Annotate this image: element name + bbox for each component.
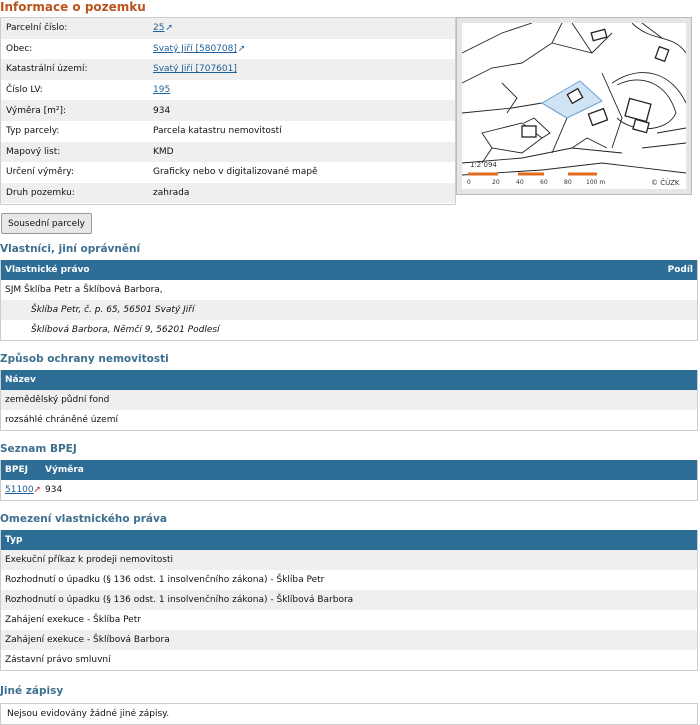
restrictions-section-title: Omezení vlastnického práva bbox=[0, 513, 167, 525]
info-label: Katastrální území: bbox=[6, 64, 88, 75]
info-label: Parcelní číslo: bbox=[6, 23, 68, 34]
protection-section-title: Způsob ochrany nemovitosti bbox=[0, 353, 169, 365]
owners-table-header: Vlastnické právo Podíl bbox=[1, 260, 697, 280]
restrictions-table: Typ Exekuční příkaz k prodeji nemovitost… bbox=[0, 530, 698, 671]
restriction-type: Zahájení exekuce - Šklíbová Barbora bbox=[5, 635, 170, 645]
municipality-link[interactable]: Svatý Jiří [580708] bbox=[153, 44, 237, 54]
info-label: Mapový list: bbox=[6, 146, 61, 157]
bpej-code-link[interactable]: 51100 bbox=[5, 485, 34, 495]
protection-name: zemědělský půdní fond bbox=[5, 395, 110, 405]
map-scale-label: 1:2 094 bbox=[470, 161, 497, 169]
info-value: zahrada bbox=[153, 188, 190, 199]
parcel-number-link[interactable]: 25 bbox=[153, 23, 164, 33]
header-type: Typ bbox=[5, 535, 23, 545]
page-title: Informace o pozemku bbox=[0, 0, 146, 14]
info-value: Parcela katastru nemovitostí bbox=[153, 126, 282, 137]
info-value: Graficky nebo v digitalizované mapě bbox=[153, 167, 318, 178]
table-row: 51100➚ 934 bbox=[1, 480, 697, 500]
table-row: Zahájení exekuce - Šklíba Petr bbox=[1, 610, 697, 630]
scale-tick: 40 bbox=[516, 179, 524, 186]
table-row: Rozhodnutí o úpadku (§ 136 odst. 1 insol… bbox=[1, 570, 697, 590]
header-name: Název bbox=[5, 375, 36, 385]
table-row: SJM Šklíba Petr a Šklíbová Barbora, bbox=[1, 280, 697, 300]
info-label: Obec: bbox=[6, 43, 33, 54]
bpej-area: 934 bbox=[45, 485, 63, 495]
owners-table: Vlastnické právo Podíl SJM Šklíba Petr a… bbox=[0, 260, 698, 341]
restrictions-table-header: Typ bbox=[1, 530, 697, 550]
map-drawing: 1:2 094 0 20 40 60 80 100 m © ČÚZK bbox=[462, 23, 686, 187]
bpej-section-title: Seznam BPEJ bbox=[0, 443, 77, 455]
bpej-table: BPEJ Výměra 51100➚ 934 bbox=[0, 460, 698, 501]
info-row-parcel-number: Parcelní číslo: 25➚ bbox=[1, 18, 455, 39]
info-label: Druh pozemku: bbox=[6, 188, 75, 199]
info-row-municipality: Obec: Svatý Jiří [580708]➚ bbox=[1, 39, 455, 60]
info-value: KMD bbox=[153, 146, 174, 157]
scale-tick: 0 bbox=[467, 179, 471, 186]
info-row-area: Výměra [m²]: 934 bbox=[1, 100, 455, 121]
restriction-type: Exekuční příkaz k prodeji nemovitosti bbox=[5, 555, 173, 565]
scale-tick: 20 bbox=[492, 179, 500, 186]
header-ownership-right: Vlastnické právo bbox=[5, 265, 90, 275]
restriction-type: Zahájení exekuce - Šklíba Petr bbox=[5, 615, 141, 625]
restriction-type: Rozhodnutí o úpadku (§ 136 odst. 1 insol… bbox=[5, 575, 325, 585]
owner-name: Šklíbová Barbora, Němčí 9, 56201 Podlesí bbox=[31, 325, 220, 335]
table-row: Rozhodnutí o úpadku (§ 136 odst. 1 insol… bbox=[1, 590, 697, 610]
owner-name: Šklíba Petr, č. p. 65, 56501 Svatý Jiří bbox=[31, 305, 195, 315]
protection-table: Název zemědělský půdní fond rozsáhlé chr… bbox=[0, 370, 698, 431]
scale-tick: 80 bbox=[564, 179, 572, 186]
info-row-area-determination: Určení výměry: Graficky nebo v digitaliz… bbox=[1, 162, 455, 183]
neighbor-parcels-button[interactable]: Sousední parcely bbox=[1, 213, 92, 234]
other-section-title: Jiné zápisy bbox=[0, 685, 64, 697]
parcel-map[interactable]: 1:2 094 0 20 40 60 80 100 m © ČÚZK bbox=[456, 17, 692, 195]
table-row: Exekuční příkaz k prodeji nemovitosti bbox=[1, 550, 697, 570]
header-share: Podíl bbox=[667, 265, 693, 275]
owners-section-title: Vlastníci, jiní oprávnění bbox=[0, 243, 141, 255]
info-value: 934 bbox=[153, 105, 171, 116]
info-label: Výměra [m²]: bbox=[6, 105, 67, 116]
table-row: Zástavní právo smluvní bbox=[1, 650, 697, 670]
table-row: Šklíba Petr, č. p. 65, 56501 Svatý Jiří bbox=[1, 300, 697, 320]
table-row: Zahájení exekuce - Šklíbová Barbora bbox=[1, 630, 697, 650]
other-records-text: Nejsou evidovány žádné jiné zápisy. bbox=[7, 709, 170, 719]
info-label: Určení výměry: bbox=[6, 167, 75, 178]
cadastral-area-link[interactable]: Svatý Jiří [707601] bbox=[153, 64, 237, 74]
protection-name: rozsáhlé chráněné území bbox=[5, 415, 118, 425]
info-row-land-type: Druh pozemku: zahrada bbox=[1, 182, 455, 204]
external-link-icon[interactable]: ➚ bbox=[238, 44, 246, 54]
info-row-lv-number: Číslo LV: 195 bbox=[1, 80, 455, 101]
scale-tick: 100 m bbox=[586, 179, 605, 186]
table-row: Šklíbová Barbora, Němčí 9, 56201 Podlesí bbox=[1, 320, 697, 340]
info-row-parcel-type: Typ parcely: Parcela katastru nemovitost… bbox=[1, 121, 455, 142]
header-bpej: BPEJ bbox=[5, 465, 28, 475]
parcel-info-table: Parcelní číslo: 25➚ Obec: Svatý Jiří [58… bbox=[0, 17, 456, 205]
info-label: Typ parcely: bbox=[6, 126, 60, 137]
external-link-icon[interactable]: ➚ bbox=[165, 23, 173, 33]
info-label: Číslo LV: bbox=[6, 85, 43, 96]
bpej-table-header: BPEJ Výměra bbox=[1, 460, 697, 480]
map-copyright: © ČÚZK bbox=[651, 178, 680, 187]
restriction-type: Zástavní právo smluvní bbox=[5, 655, 111, 665]
info-row-cadastral-area: Katastrální území: Svatý Jiří [707601] bbox=[1, 59, 455, 80]
external-link-icon[interactable]: ➚ bbox=[34, 485, 42, 495]
other-records-box: Nejsou evidovány žádné jiné zápisy. bbox=[0, 703, 698, 725]
restriction-type: Rozhodnutí o úpadku (§ 136 odst. 1 insol… bbox=[5, 595, 354, 605]
scale-tick: 60 bbox=[540, 179, 548, 186]
table-row: zemědělský půdní fond bbox=[1, 390, 697, 410]
info-row-map-sheet: Mapový list: KMD bbox=[1, 141, 455, 163]
header-area: Výměra bbox=[45, 465, 84, 475]
protection-table-header: Název bbox=[1, 370, 697, 390]
table-row: rozsáhlé chráněné území bbox=[1, 410, 697, 430]
lv-number-link[interactable]: 195 bbox=[153, 85, 170, 95]
owner-name: SJM Šklíba Petr a Šklíbová Barbora, bbox=[5, 285, 163, 295]
